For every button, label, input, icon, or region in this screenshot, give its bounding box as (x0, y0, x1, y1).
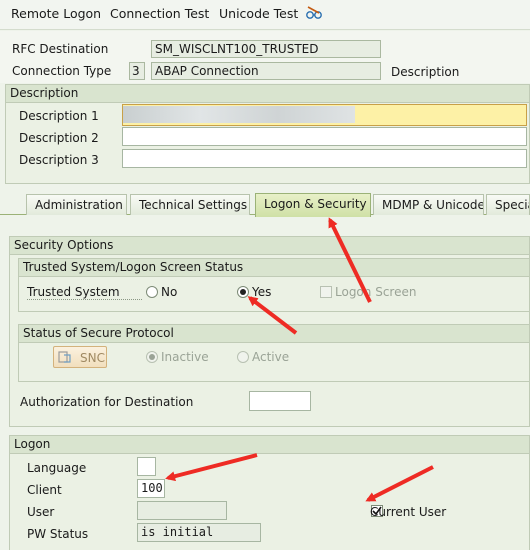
snc-button[interactable]: SNC (53, 346, 107, 368)
description-3-label: Description 3 (19, 153, 99, 167)
pw-status-field: is initial (137, 523, 261, 542)
user-label: User (27, 505, 55, 519)
logon-screen-checkbox[interactable] (320, 286, 332, 298)
trusted-system-label: Trusted System (27, 285, 120, 299)
description-3-input[interactable] (122, 149, 527, 168)
trusted-no-radio[interactable] (146, 286, 158, 298)
trusted-yes-radio[interactable] (237, 286, 249, 298)
description-section-title: Description (6, 85, 529, 103)
logon-section-title: Logon (10, 436, 529, 454)
client-input[interactable]: 100 (137, 479, 165, 498)
connection-type-code-field: 3 (129, 62, 145, 80)
rfc-destination-label: RFC Destination (12, 42, 109, 56)
description-2-input[interactable] (122, 127, 527, 146)
authorization-input[interactable] (249, 391, 311, 411)
tab-technical-settings[interactable]: Technical Settings (130, 194, 250, 215)
protocol-inactive-label: Inactive (161, 350, 209, 364)
user-input[interactable] (137, 501, 227, 520)
logon-screen-label: Logon Screen (335, 285, 417, 299)
trusted-no-label: No (161, 285, 178, 299)
security-options-title: Security Options (10, 237, 529, 255)
unicode-test-button[interactable]: Unicode Test (219, 6, 298, 21)
label-underline (27, 299, 142, 300)
secure-protocol-title: Status of Secure Protocol (19, 325, 529, 343)
pw-status-label: PW Status (27, 527, 89, 541)
description-1-label: Description 1 (19, 109, 99, 123)
connection-description-label: Description (391, 65, 460, 79)
trusted-system-title: Trusted System/Logon Screen Status (19, 259, 529, 277)
tab-mdmp-unicode[interactable]: MDMP & Unicode (373, 194, 484, 215)
snc-button-label: SNC (80, 351, 105, 365)
protocol-inactive-radio[interactable] (146, 351, 158, 363)
language-label: Language (27, 461, 87, 475)
current-user-label: Current User (370, 505, 447, 519)
remote-logon-button[interactable]: Remote Logon (11, 6, 101, 21)
description-1-input[interactable] (122, 104, 527, 126)
snc-icon (58, 350, 72, 364)
connection-type-field: ABAP Connection (151, 62, 381, 80)
rfc-destination-field: SM_WISCLNT100_TRUSTED (151, 40, 381, 58)
application-toolbar: Remote Logon Connection Test Unicode Tes… (0, 0, 530, 30)
trusted-yes-label: Yes (252, 285, 272, 299)
redacted-text (123, 106, 355, 123)
description-2-label: Description 2 (19, 131, 99, 145)
authorization-label: Authorization for Destination (20, 395, 194, 409)
tab-logon-security[interactable]: Logon & Security (255, 193, 371, 217)
protocol-active-label: Active (252, 350, 290, 364)
connection-type-label: Connection Type (12, 64, 112, 78)
protocol-active-radio[interactable] (237, 351, 249, 363)
tab-special[interactable]: Special (486, 194, 530, 215)
language-input[interactable] (137, 457, 156, 476)
tab-administration[interactable]: Administration (26, 194, 127, 215)
glasses-icon[interactable] (305, 4, 323, 22)
connection-test-button[interactable]: Connection Test (110, 6, 209, 21)
client-label: Client (27, 483, 62, 497)
